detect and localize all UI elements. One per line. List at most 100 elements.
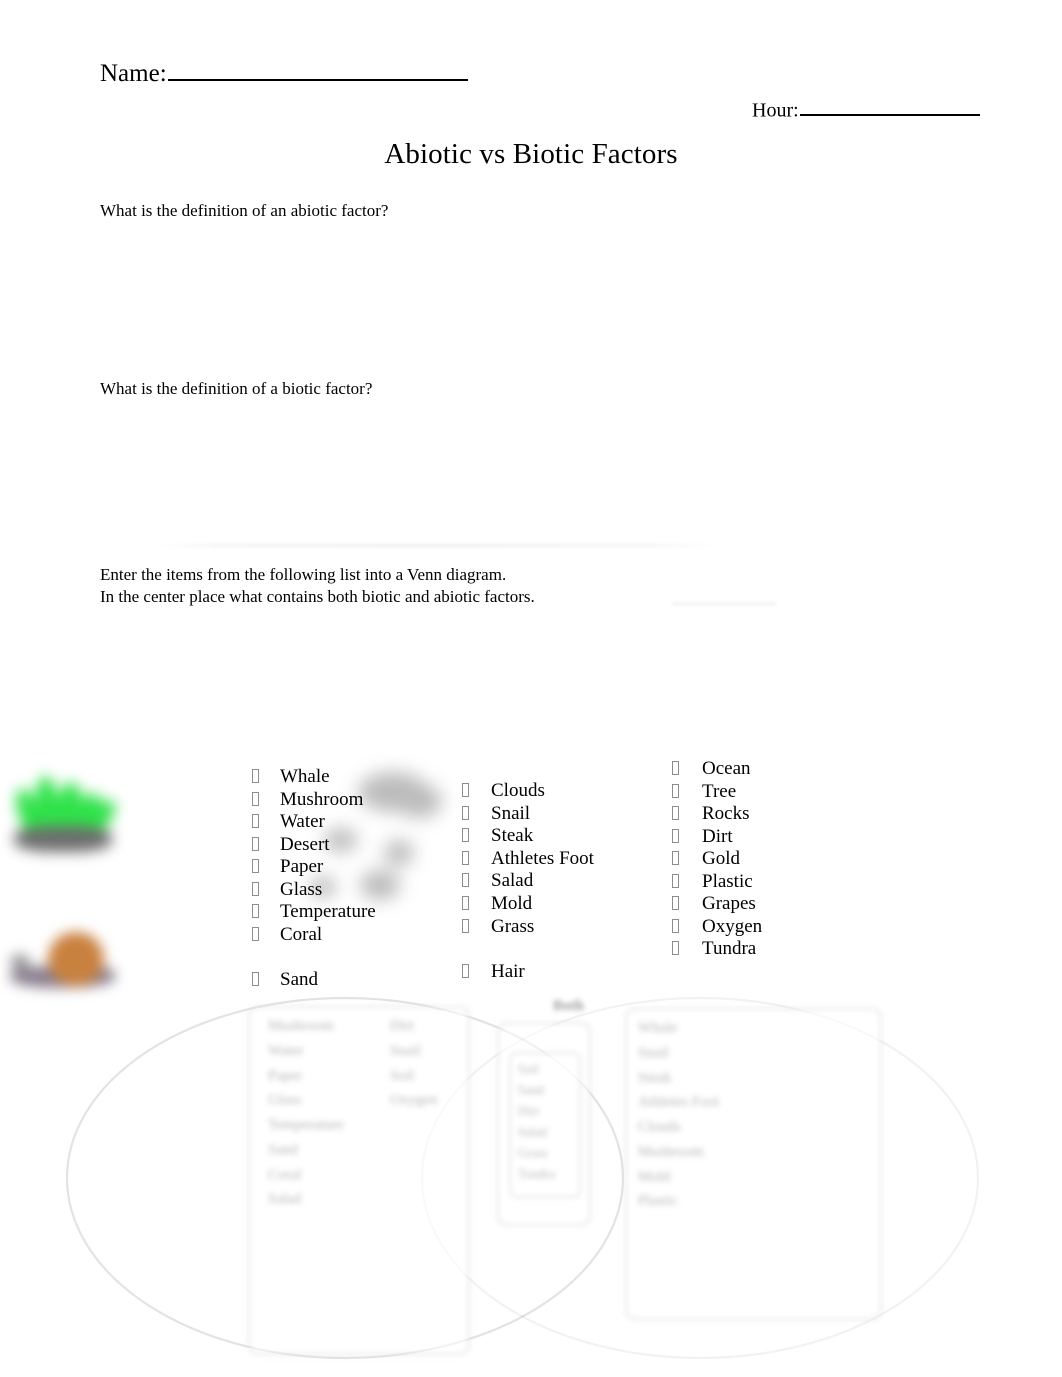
list-bullet-icon: [252, 769, 259, 783]
ghost-overlay-line: Mold: [638, 1168, 671, 1185]
ghost-overlay-line: Sand: [268, 1141, 298, 1158]
ghost-horizontal-rule: [160, 544, 720, 547]
word-list-item: Temperature: [252, 901, 376, 924]
word-list-item-label: Rocks: [702, 803, 750, 824]
list-bullet-icon: [672, 806, 679, 820]
word-list-item-label: Hair: [491, 961, 525, 983]
name-blank-line[interactable]: [167, 56, 468, 81]
list-bullet-icon: [462, 873, 469, 888]
list-bullet-icon: [462, 783, 469, 797]
hour-field-row: Hour:: [752, 96, 980, 121]
word-list-item: Paper: [252, 856, 376, 879]
ghost-overlay-line: Snail: [638, 1044, 669, 1061]
ghost-overlay-line: Dirt: [518, 1103, 539, 1119]
ghost-overlay-line: Athletes Foot: [638, 1094, 720, 1111]
word-list-item-label: Coral: [280, 923, 323, 945]
word-list-item: Glass: [252, 879, 376, 902]
ghost-overlay-line: Grass: [518, 1145, 548, 1161]
ghost-overlay-box-left: [248, 1006, 470, 1355]
list-bullet-icon: [252, 836, 259, 851]
word-list-spacer: [252, 946, 376, 969]
word-list-item-label: Whale: [280, 766, 330, 787]
ghost-overlay-line: Sand: [518, 1082, 544, 1098]
list-bullet-icon: [672, 918, 679, 933]
list-bullet-icon: [672, 828, 679, 843]
word-list-column-1: Whale Mushroom Water Desert Paper Glass Temper…: [252, 766, 376, 992]
word-list-item-label: Steak: [491, 825, 534, 847]
ghost-column-d: Whale Snail Steak Athletes Foot Clouds Mushro…: [638, 1016, 719, 1214]
list-bullet-icon: [252, 926, 259, 941]
word-list-item: Steak: [462, 825, 594, 848]
word-list-spacer: [462, 938, 594, 961]
list-bullet-icon: [462, 850, 469, 865]
list-bullet-icon: [252, 881, 259, 896]
word-list-item: Tundra: [672, 938, 762, 961]
ghost-overlay-line: Plastic: [638, 1193, 678, 1210]
word-list-item-label: Tundra: [702, 938, 757, 959]
ghost-column-b: Dirt Snail Soil Oxygen: [390, 1014, 438, 1113]
word-list-item: Sand: [252, 969, 376, 992]
word-list-item: Whale: [252, 766, 376, 789]
ghost-overlay-line: Oxygen: [390, 1092, 438, 1109]
list-bullet-icon: [672, 873, 679, 888]
ghost-overlay-line: Tundra: [518, 1166, 556, 1182]
ghost-overlay-line: Soil: [390, 1067, 415, 1084]
snail-clipart-image: [4, 918, 134, 998]
ghost-overlay-line: Salad: [518, 1124, 547, 1140]
venn-diagram-svg: [65, 996, 980, 1360]
venn-left-circle: [65, 996, 625, 1360]
word-list-item-label: Ocean: [702, 758, 751, 779]
word-list-item: Rocks: [672, 803, 762, 826]
word-list-item-label: Sand: [280, 969, 318, 990]
word-list-item: Mold: [462, 893, 594, 916]
word-list-item-label: Clouds: [491, 780, 545, 801]
venn-diagram: [0, 980, 1062, 1377]
word-list-item-label: Snail: [491, 802, 531, 824]
ghost-overlay-line: Whale: [638, 1020, 678, 1036]
word-list-item-label: Gold: [702, 848, 740, 869]
list-bullet-icon: [672, 896, 679, 910]
list-bullet-icon: [252, 791, 259, 806]
ghost-overlay-line: Soil: [518, 1061, 539, 1076]
ghost-overlay-line: Clouds: [638, 1119, 681, 1135]
list-bullet-icon: [462, 895, 469, 910]
word-list-item: Water: [252, 811, 376, 834]
ghost-overlay-line: Mushroom: [268, 1018, 334, 1034]
list-bullet-icon: [462, 964, 469, 979]
ghost-overlay-line: Steak: [638, 1069, 672, 1086]
word-list-item-label: Paper: [280, 856, 324, 877]
list-bullet-icon: [462, 828, 469, 843]
word-list-item-label: Mushroom: [280, 788, 364, 810]
word-list-item-label: Water: [280, 811, 325, 832]
ghost-overlay-box-center: [497, 1022, 591, 1226]
word-list-item: Clouds: [462, 780, 594, 803]
list-bullet-icon: [672, 761, 679, 775]
worksheet-page: Name: Hour: Abiotic vs Biotic Factors Wh…: [0, 0, 1062, 1377]
word-list-item: Hair: [462, 961, 594, 984]
venn-right-circle: [420, 996, 980, 1360]
abiotic-question: What is the definition of an abiotic fac…: [100, 201, 389, 220]
word-list-item: Salad: [462, 870, 594, 893]
word-list-item-label: Glass: [280, 878, 323, 900]
ghost-overlay-line: Coral: [268, 1166, 302, 1183]
page-title: Abiotic vs Biotic Factors: [384, 138, 678, 170]
word-list-item-label: Mold: [491, 892, 533, 914]
word-list-item-label: Plastic: [702, 870, 753, 892]
ghost-overlay-line: Snail: [390, 1042, 421, 1059]
word-list-column-2: Clouds Snail Steak Athletes Foot Salad Mold Gr…: [462, 780, 594, 984]
word-list-item: Gold: [672, 848, 762, 871]
name-label: Name:: [100, 60, 167, 87]
ghost-column-center: Soil Sand Dirt Salad Grass Tundra: [518, 1058, 555, 1184]
list-bullet-icon: [252, 814, 259, 828]
word-list-item: Coral: [252, 924, 376, 947]
ghost-overlay-line: Salad: [268, 1191, 302, 1208]
list-bullet-icon: [252, 859, 259, 873]
word-list-item: Mushroom: [252, 789, 376, 812]
ghost-overlay-line: Mushroom: [638, 1143, 704, 1160]
ghost-overlay-line: Dirt: [390, 1018, 415, 1034]
ghost-overlay-line: Paper: [268, 1067, 303, 1084]
ghost-overlay-line: Glass: [268, 1092, 302, 1109]
word-list-item: Ocean: [672, 758, 762, 781]
hour-blank-line[interactable]: [799, 96, 980, 117]
list-bullet-icon: [672, 783, 679, 798]
